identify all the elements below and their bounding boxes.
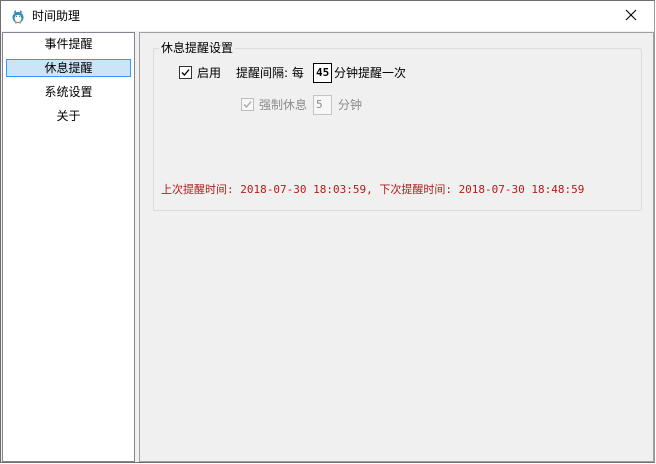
group-title: 休息提醒设置 <box>159 41 236 55</box>
checkmark-icon <box>181 69 190 76</box>
sidebar-item-event-reminder[interactable]: 事件提醒 <box>3 34 134 54</box>
checkmark-icon <box>243 101 252 108</box>
force-rest-checkbox[interactable] <box>241 98 254 111</box>
close-icon <box>625 9 637 24</box>
sidebar-nav: 事件提醒 休息提醒 系统设置 关于 <box>2 32 135 462</box>
force-rest-minutes-input[interactable]: 5 <box>313 95 332 115</box>
sidebar-item-about[interactable]: 关于 <box>3 106 134 126</box>
force-rest-label: 强制休息 <box>259 98 308 112</box>
title-bar[interactable]: 时间助理 <box>1 1 654 31</box>
sidebar-item-rest-reminder[interactable]: 休息提醒 <box>3 58 134 78</box>
sidebar-item-label: 系统设置 <box>44 85 93 99</box>
rest-reminder-groupbox: 休息提醒设置 启用 提醒间隔: 每 45 分钟提醒一次 强制休息 5 分钟 上次… <box>153 41 642 211</box>
interval-minutes-input[interactable]: 45 <box>313 63 332 83</box>
sidebar-item-system-settings[interactable]: 系统设置 <box>3 82 134 102</box>
app-mascot-icon <box>10 8 26 24</box>
interval-prefix-label: 提醒间隔: 每 <box>236 66 304 80</box>
sidebar-item-label: 事件提醒 <box>44 37 93 51</box>
sidebar-item-label: 休息提醒 <box>44 61 93 75</box>
enable-checkbox[interactable] <box>179 66 192 79</box>
window-title: 时间助理 <box>32 9 81 23</box>
sidebar-item-label: 关于 <box>56 109 81 123</box>
app-window: 时间助理 事件提醒 休息提醒 系统设置 关于 休息提醒设置 启用 提醒间隔: 每… <box>0 0 655 463</box>
interval-suffix-label: 分钟提醒一次 <box>334 66 407 80</box>
reminder-time-status: 上次提醒时间: 2018-07-30 18:03:59, 下次提醒时间: 201… <box>161 183 585 196</box>
close-button[interactable] <box>608 1 654 31</box>
content-panel: 休息提醒设置 启用 提醒间隔: 每 45 分钟提醒一次 强制休息 5 分钟 上次… <box>139 32 654 462</box>
force-rest-unit-label: 分钟 <box>338 98 363 112</box>
enable-label: 启用 <box>197 66 222 80</box>
